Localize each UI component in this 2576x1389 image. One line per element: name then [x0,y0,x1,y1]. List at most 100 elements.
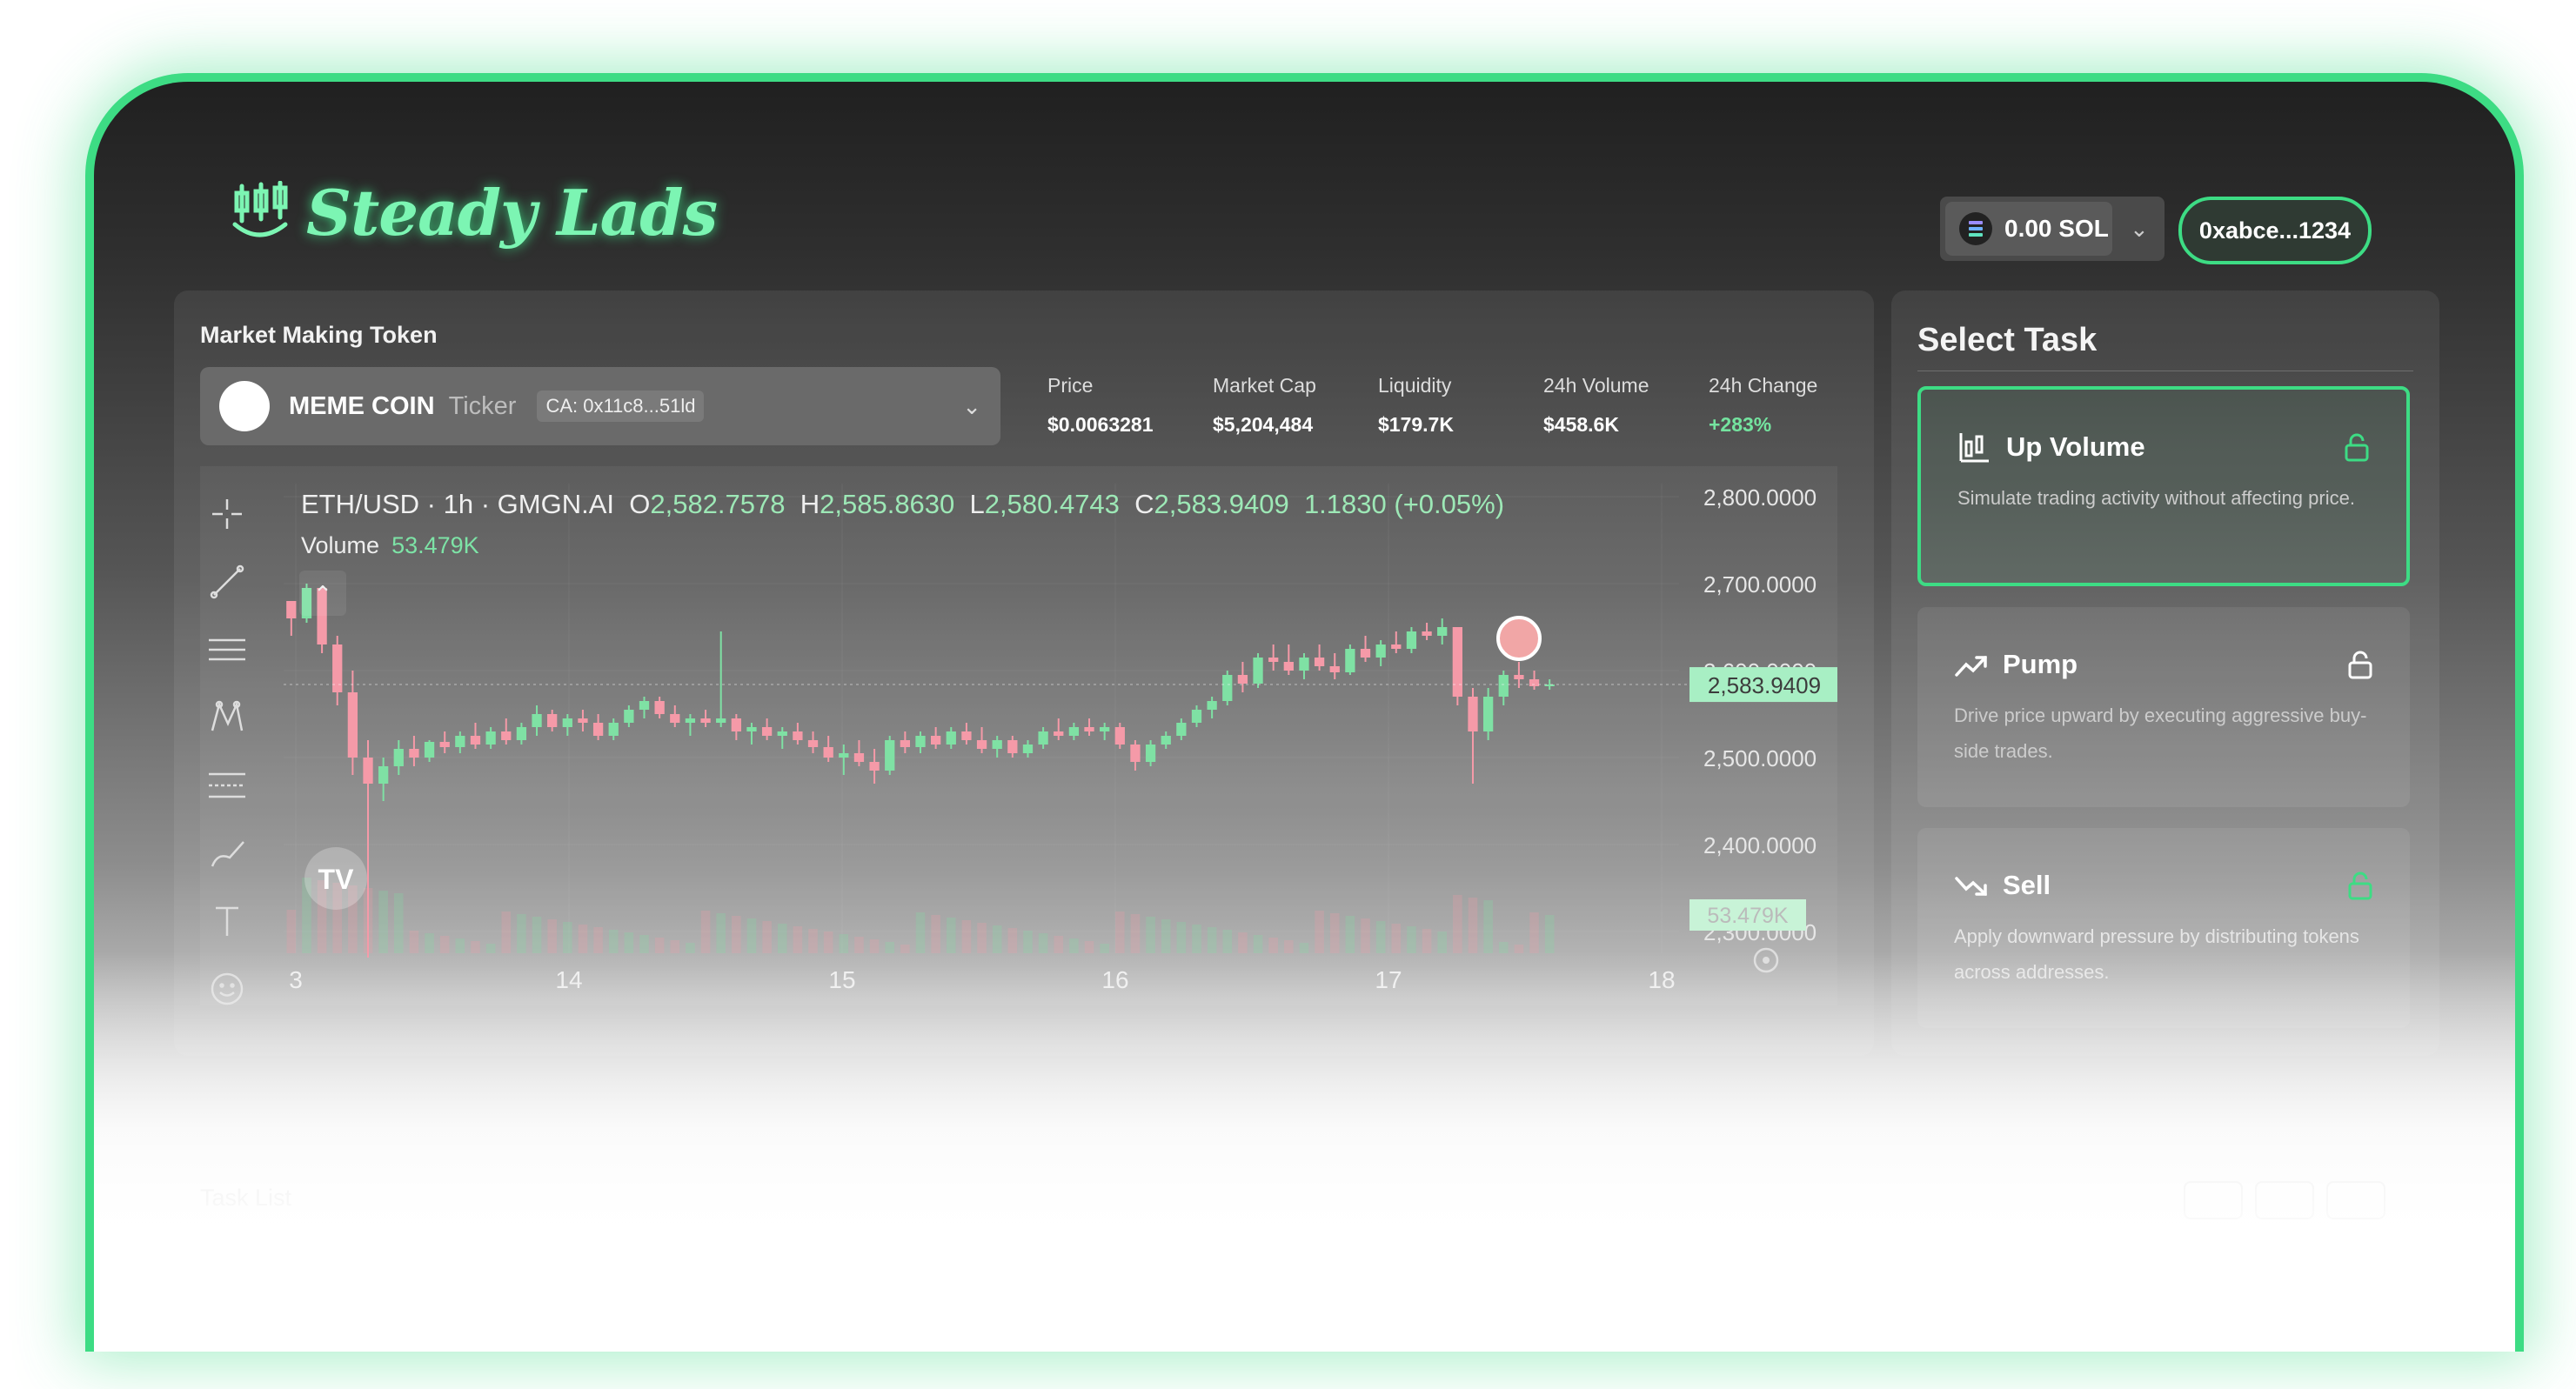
volume-bar [455,938,465,953]
task-description: Simulate trading activity without affect… [1957,487,2355,509]
candle-body [1207,701,1217,710]
candle-body [1529,679,1540,686]
settings-icon-center [1763,957,1770,964]
candle-body [347,692,358,758]
candle-body [624,710,634,723]
candle-body [1054,731,1064,736]
candle-body [853,753,865,762]
token-contract-address[interactable]: CA: 0x11c8...51ld [537,391,705,422]
candle-body [746,727,757,731]
volume-bar [1468,898,1478,953]
candle-body [1283,662,1294,671]
candle-body [700,718,711,723]
volume-label: Volume [301,532,380,558]
sol-balance-pill[interactable]: 0.00 SOL [1945,202,2112,256]
token-selector[interactable]: MEME COIN Ticker CA: 0x11c8...51ld ⌄ [200,367,1000,445]
volume-bar [1514,945,1524,953]
task-card-sell[interactable]: Sell Apply downward pressure by distribu… [1917,828,2410,1028]
stat-label: Market Cap [1213,374,1316,397]
task-name: Sell [2003,870,2051,900]
solana-icon [1959,212,1992,245]
volume-bar [1375,921,1386,953]
volume-bar [700,911,711,953]
volume-bar [992,925,1002,953]
volume-bar [1361,918,1370,953]
volume-bar [578,925,588,953]
volume-bar [854,937,864,953]
volume-bar [1422,929,1432,953]
volume-bar [608,930,619,953]
volume-bar [1192,925,1201,953]
volume-bar [746,918,757,953]
candle-body [1161,736,1171,745]
candle-body [578,718,588,723]
task-card-up-volume[interactable]: Up Volume Simulate trading activity with… [1917,386,2410,586]
candle-body [1114,727,1125,745]
open-value: 2,582.7578 [650,489,786,519]
task-list-action-button[interactable] [2255,1181,2314,1219]
candle-body [501,731,512,740]
task-list-action-button[interactable] [2326,1181,2385,1219]
candle-body [1176,723,1187,736]
volume-bar [1069,938,1079,953]
wallet-button[interactable]: 0xabce...1234 [2178,197,2372,264]
stat-value: +283% [1709,413,1772,436]
candle-body [839,753,849,758]
volume-bar [900,945,910,953]
task-card-pump[interactable]: Pump Drive price upward by executing agg… [1917,607,2410,807]
task-list-title: Task List [200,1185,292,1211]
task-description: Drive price upward by executing aggressi… [1954,705,2367,762]
sol-balance: 0.00 SOL [2004,215,2109,242]
candle-body [1422,631,1432,636]
high-label: H [800,489,820,519]
market-card: Market Making Token MEME COIN Ticker CA:… [174,290,1874,1056]
stat-liquidity: Liquidity $179.7K [1378,374,1543,437]
volume-bar [1453,895,1462,953]
task-name: Pump [2003,649,2078,679]
task-list-action-button[interactable] [2184,1181,2243,1219]
chevron-down-icon[interactable]: ⌄ [962,393,981,420]
stat-label: 24h Volume [1543,374,1649,397]
change-value: 1.1830 (+0.05%) [1303,489,1505,519]
volume-bar [1329,913,1340,953]
volume-bar [286,910,297,953]
candle-body [1253,658,1263,684]
candle-body [470,736,481,745]
volume-bar [1207,927,1217,953]
brand-logo[interactable]: Steady Lads [230,176,718,250]
x-tick-label: 16 [1101,966,1128,993]
chevron-down-icon[interactable]: ⌄ [2130,216,2149,243]
candle-body [976,740,987,749]
x-tick-label: 15 [828,966,855,993]
volume-bar [517,914,526,953]
candle-body [1222,675,1233,701]
volume-bar [808,929,818,953]
candle-body [639,701,650,710]
candle-body [485,731,496,745]
candle-body [915,736,926,747]
stat-value: $458.6K [1543,413,1619,436]
volume-bar [931,915,940,953]
volume-bar [716,913,726,953]
volume-bar [1544,915,1555,953]
candle-body [363,758,373,784]
candle-body [670,714,680,723]
task-name: Up Volume [2006,431,2145,462]
candle-body [1022,745,1034,753]
candle-body [286,601,297,618]
sol-balance-dropdown[interactable]: 0.00 SOL ⌄ [1940,197,2165,261]
candle-body [393,749,404,766]
stat-label: 24h Change [1709,374,1818,397]
chart-bars-icon [1959,433,1989,463]
volume-bar [1498,942,1509,953]
app-window: Steady Lads 0.00 SOL ⌄ 0xabce...1234 Mar… [85,73,2524,1352]
candle-body [992,740,1002,749]
candle-body [777,731,787,736]
price-chart[interactable]: 314151617182,800.00002,700.00002,600.000… [200,466,1837,1005]
volume-bar [762,921,772,953]
volume-bar [547,919,557,953]
volume-bar [378,891,388,953]
volume-bar [425,933,434,953]
volume-bar [732,916,741,953]
candle-body [378,766,389,784]
